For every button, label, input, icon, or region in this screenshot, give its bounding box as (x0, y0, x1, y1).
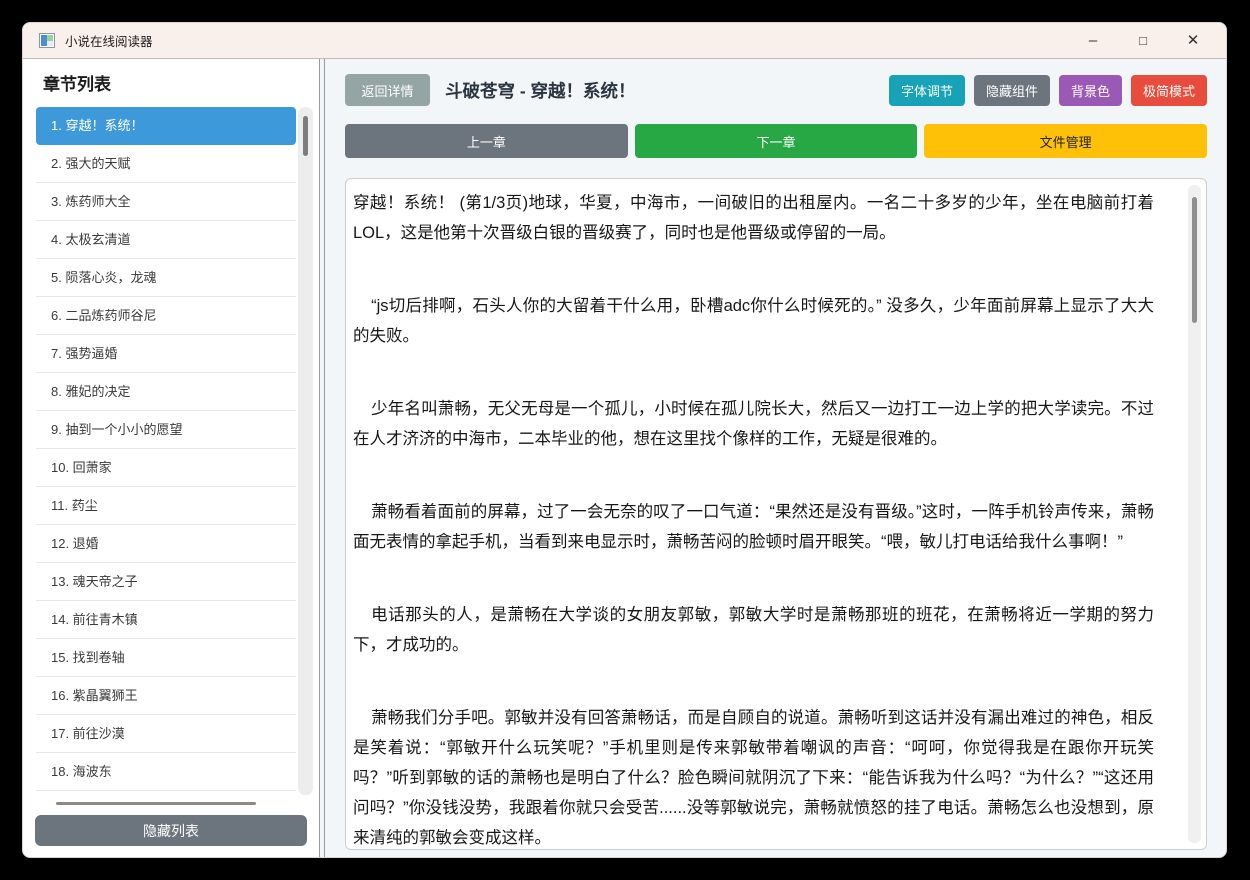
minimal-mode-button[interactable]: 极简模式 (1130, 74, 1207, 106)
chapter-nav: 上一章 下一章 文件管理 (345, 124, 1208, 158)
chapter-list-hscrollbar[interactable] (36, 797, 297, 809)
chapter-item[interactable]: 16. 紫晶翼狮王 (36, 677, 296, 715)
chapter-list-hscrollbar-thumb[interactable] (56, 802, 256, 805)
chapter-item[interactable]: 8. 雅妃的决定 (36, 373, 296, 411)
window-title: 小说在线阅读器 (65, 35, 153, 49)
reader-panel: 穿越！系统！ (第1/3页)地球，华夏，中海市，一间破旧的出租屋内。一名二十多岁… (345, 178, 1207, 850)
back-to-details-button[interactable]: 返回详情 (345, 74, 430, 106)
reader-content: 返回详情 斗破苍穹 - 穿越！系统！ 字体调节 隐藏组件 背景色 极简模式 上一章 下… (324, 59, 1226, 857)
hide-list-button[interactable]: 隐藏列表 (35, 815, 307, 846)
chapter-item[interactable]: 14. 前往青木镇 (36, 601, 296, 639)
chapter-item[interactable]: 2. 强大的天赋 (36, 145, 296, 183)
reader-paragraph: 萧畅看着面前的屏幕，过了一会无奈的叹了一口气道：“果然还是没有晋级。”这时，一阵… (353, 503, 1154, 551)
hide-components-button[interactable]: 隐藏组件 (973, 74, 1050, 106)
chapter-sidebar: 章节列表 1. 穿越！系统！ 2. 强大的天赋 3. 炼药师大全 4. 太极玄清道 5.… (23, 59, 320, 857)
app-icon (39, 33, 55, 48)
chapter-list: 1. 穿越！系统！ 2. 强大的天赋 3. 炼药师大全 4. 太极玄清道 5. 陨落心炎… (36, 107, 296, 791)
chapter-list-scrollbar-thumb[interactable] (303, 116, 308, 156)
chapter-item[interactable]: 13. 魂天帝之子 (36, 563, 296, 601)
chapter-item[interactable]: 7. 强势逼婚 (36, 335, 296, 373)
chapter-item[interactable]: 1. 穿越！系统！ (36, 107, 296, 145)
chapter-item[interactable]: 15. 找到卷轴 (36, 639, 296, 677)
reader-text: 穿越！系统！ (第1/3页)地球，华夏，中海市，一间破旧的出租屋内。一名二十多岁… (353, 188, 1154, 849)
chapter-item[interactable]: 4. 太极玄清道 (36, 221, 296, 259)
chapter-item[interactable]: 11. 药尘 (36, 487, 296, 525)
app-window: 小说在线阅读器 – □ ✕ 章节列表 1. 穿越！系统！ 2. 强大的天赋 3. 炼… (22, 22, 1227, 858)
reader-scrollbar[interactable] (1188, 185, 1201, 843)
prev-chapter-button[interactable]: 上一章 (345, 124, 628, 158)
chapter-item[interactable]: 10. 回萧家 (36, 449, 296, 487)
chapter-item[interactable]: 6. 二品炼药师谷尼 (36, 297, 296, 335)
chapter-item[interactable]: 5. 陨落心炎，龙魂 (36, 259, 296, 297)
reader-paragraph: 少年名叫萧畅，无父无母是一个孤儿，小时候在孤儿院长大，然后又一边打工一边上学的把… (353, 400, 1154, 448)
reader-scrollbar-thumb[interactable] (1192, 197, 1197, 323)
chapter-list-title: 章节列表 (43, 75, 111, 94)
close-icon[interactable]: ✕ (1184, 33, 1202, 48)
chapter-item[interactable]: 17. 前往沙漠 (36, 715, 296, 753)
window-controls: – □ ✕ (1084, 33, 1210, 48)
font-adjust-button[interactable]: 字体调节 (888, 74, 965, 106)
next-chapter-button[interactable]: 下一章 (634, 124, 918, 158)
chapter-list-wrap: 1. 穿越！系统！ 2. 强大的天赋 3. 炼药师大全 4. 太极玄清道 5. 陨落心炎… (36, 107, 313, 795)
book-title: 斗破苍穹 - 穿越！系统！ (445, 80, 636, 101)
toolbar: 字体调节 隐藏组件 背景色 极简模式 (888, 74, 1207, 106)
chapter-list-scrollbar[interactable] (298, 107, 313, 795)
maximize-icon[interactable]: □ (1134, 34, 1152, 47)
content-header: 返回详情 斗破苍穹 - 穿越！系统！ 字体调节 隐藏组件 背景色 极简模式 (345, 74, 1207, 106)
file-manager-button[interactable]: 文件管理 (924, 124, 1208, 158)
reader-paragraph: “js切后排啊，石头人你的大留着干什么用，卧槽adc你什么时候死的。” 没多久，… (353, 297, 1154, 345)
chapter-item[interactable]: 18. 海波东 (36, 753, 296, 791)
chapter-item[interactable]: 3. 炼药师大全 (36, 183, 296, 221)
minimize-icon[interactable]: – (1084, 33, 1102, 48)
chapter-item[interactable]: 12. 退婚 (36, 525, 296, 563)
chapter-item[interactable]: 9. 抽到一个小小的愿望 (36, 411, 296, 449)
main-area: 章节列表 1. 穿越！系统！ 2. 强大的天赋 3. 炼药师大全 4. 太极玄清道 5.… (23, 58, 1226, 857)
reader-paragraph: 电话那头的人，是萧畅在大学谈的女朋友郭敏，郭敏大学时是萧畅那班的班花，在萧畅将近… (353, 606, 1154, 654)
reader-paragraph: 穿越！系统！ (第1/3页)地球，华夏，中海市，一间破旧的出租屋内。一名二十多岁… (353, 194, 1154, 242)
titlebar[interactable]: 小说在线阅读器 – □ ✕ (23, 23, 1226, 58)
background-color-button[interactable]: 背景色 (1058, 74, 1122, 106)
reader-paragraph: 萧畅我们分手吧。郭敏并没有回答萧畅话，而是自顾自的说道。萧畅听到这话并没有漏出难… (353, 709, 1154, 847)
